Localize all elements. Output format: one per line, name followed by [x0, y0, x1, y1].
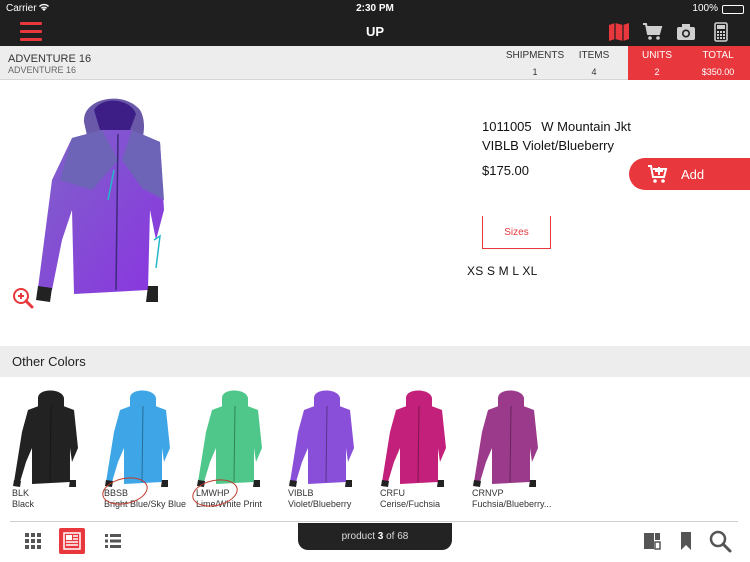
add-cart-icon: [647, 163, 669, 185]
product-title-line: 1011005 W Mountain Jkt: [482, 117, 631, 136]
jacket-thumbnail: [197, 390, 262, 487]
units-stat[interactable]: UNITS 2: [628, 46, 686, 80]
items-value: 4: [591, 67, 597, 77]
other-colors-header: Other Colors: [0, 346, 750, 377]
camera-icon[interactable]: [675, 22, 697, 42]
product-color: VIBLB Violet/Blueberry: [482, 138, 614, 153]
jacket-thumbnail: [289, 390, 354, 487]
shipments-label: SHIPMENTS: [505, 50, 565, 61]
page-title: UP: [365, 24, 385, 39]
status-bar: Carrier 2:30 PM 100%: [0, 0, 750, 18]
add-to-cart-button[interactable]: Add: [629, 158, 750, 190]
units-label: UNITS: [642, 50, 672, 61]
total-value: $350.00: [701, 67, 735, 77]
list-view-icon[interactable]: [100, 528, 126, 554]
account-name: ADVENTURE 16: [8, 53, 92, 65]
jacket-thumbnail: [473, 390, 538, 487]
clock: 2:30 PM: [356, 3, 394, 14]
jacket-thumbnail: [381, 390, 446, 487]
grid-view-icon[interactable]: [20, 528, 46, 554]
swatch-code: VIBLB: [288, 488, 314, 498]
cart-icon[interactable]: [642, 22, 664, 42]
swatch-code: CRFU: [380, 488, 405, 498]
pager-current: 3: [377, 531, 384, 542]
product-image[interactable]: [32, 90, 172, 310]
shipments-stat[interactable]: SHIPMENTS 1: [500, 46, 570, 80]
swatch-description: Fuchsia/Blueberry...: [472, 499, 552, 509]
swatch-code: CRNVP: [472, 488, 504, 498]
product-price: $175.00: [482, 163, 529, 178]
total-stat[interactable]: TOTAL $350.00: [686, 46, 750, 80]
items-label: ITEMS: [578, 50, 610, 61]
bookmark-icon[interactable]: [673, 528, 699, 554]
add-button-label: Add: [681, 167, 705, 182]
other-colors-title: Other Colors: [12, 354, 86, 369]
shipments-value: 1: [532, 67, 538, 77]
sizes-tab[interactable]: Sizes: [482, 216, 551, 249]
nav-bar: UP: [0, 18, 750, 46]
swatch-description: Black: [12, 499, 35, 509]
bottom-divider: [10, 521, 738, 522]
search-icon[interactable]: [707, 528, 733, 554]
zoom-in-icon[interactable]: [12, 287, 34, 309]
pager-total: 68: [397, 531, 409, 542]
product-name: W Mountain Jkt: [541, 119, 631, 134]
sizes-list: XS S M L XL: [467, 264, 538, 278]
color-swatch[interactable]: BLK Black: [12, 384, 102, 510]
account-header: ADVENTURE 16 ADVENTURE 16 SHIPMENTS 1 IT…: [0, 46, 750, 80]
catalog-map-icon[interactable]: [608, 22, 630, 42]
swatch-code: BLK: [12, 488, 30, 498]
product-code: 1011005: [482, 119, 532, 134]
product-pager: product 3 of 68: [298, 523, 452, 550]
jacket-thumbnail: [13, 390, 78, 487]
pager-prefix: product: [341, 531, 375, 542]
jacket-thumbnail: [105, 390, 170, 487]
detail-view-icon[interactable]: [59, 528, 85, 554]
pager-of: of: [386, 531, 395, 542]
items-stat[interactable]: ITEMS 4: [570, 46, 618, 80]
total-label: TOTAL: [702, 50, 734, 61]
compare-icon[interactable]: [639, 528, 665, 554]
swatch-description: Violet/Blueberry: [288, 499, 352, 509]
color-swatch[interactable]: VIBLB Violet/Blueberry: [288, 384, 378, 510]
product-info: 1011005 W Mountain Jkt VIBLB Violet/Blue…: [482, 117, 631, 180]
calculator-icon[interactable]: [710, 22, 732, 42]
units-value: 2: [654, 67, 660, 77]
account-subname: ADVENTURE 16: [8, 65, 77, 75]
battery-percent: 100%: [692, 3, 718, 14]
swatch-description: Cerise/Fuchsia: [380, 499, 441, 509]
color-swatch[interactable]: CRNVP Fuchsia/Blueberry...: [472, 384, 562, 510]
color-swatch[interactable]: CRFU Cerise/Fuchsia: [380, 384, 470, 510]
battery-icon: [722, 5, 744, 14]
